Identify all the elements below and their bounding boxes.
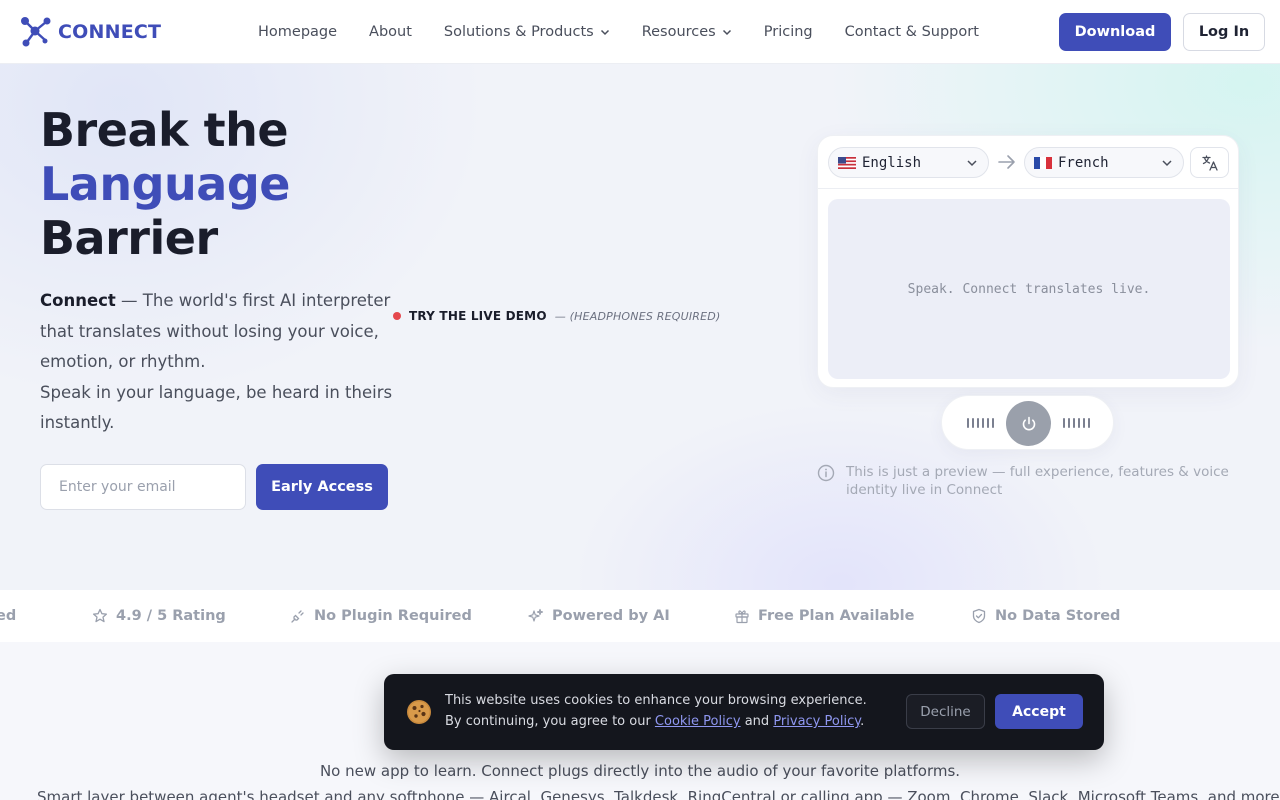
trust-item-label: Powered by AI: [552, 608, 670, 624]
live-demo-title: TRY THE LIVE DEMO: [409, 309, 547, 323]
integrations-subtext: Smart layer between agent's headset and …: [37, 788, 1280, 800]
privacy-policy-link[interactable]: Privacy Policy: [773, 714, 860, 729]
cookie-icon: [407, 700, 431, 724]
trust-item-rating: 4.9 / 5 Rating: [92, 590, 226, 642]
nav-link-pricing[interactable]: Pricing: [764, 24, 813, 40]
preview-note-text: This is just a preview — full experience…: [846, 464, 1229, 498]
cookie-message: This website uses cookies to enhance you…: [445, 690, 885, 732]
nav-link-resources[interactable]: Resources: [642, 24, 732, 40]
trust-item-label: 4.9 / 5 Rating: [116, 608, 226, 624]
us-flag-icon: [838, 156, 856, 169]
target-language-label: French: [1058, 154, 1109, 171]
hero-desc-brand: Connect: [40, 291, 116, 310]
shield-check-icon: [972, 608, 986, 624]
translate-icon: [1201, 154, 1218, 171]
hero-title-accent: Language: [40, 157, 290, 211]
source-language-label: English: [862, 154, 922, 171]
nav-link-homepage[interactable]: Homepage: [258, 24, 337, 40]
trust-item-label: No Data Stored: [995, 608, 1121, 624]
brand-logo-link[interactable]: CONNECT: [18, 14, 161, 50]
top-navbar: CONNECT Homepage About Solutions & Produ…: [0, 0, 1280, 64]
translate-settings-button[interactable]: [1190, 147, 1229, 178]
integrations-headline: No new app to learn. Connect plugs direc…: [319, 762, 961, 780]
mic-control: [941, 395, 1114, 450]
hero-description: Connect — The world's first AI interpret…: [40, 286, 400, 439]
live-dot-icon: [393, 312, 401, 320]
arrow-right-icon: [998, 155, 1015, 169]
download-button[interactable]: Download: [1059, 13, 1171, 51]
cookie-policy-link[interactable]: Cookie Policy: [655, 714, 741, 729]
nav-link-label: Pricing: [763, 24, 813, 40]
nav-link-contact-support[interactable]: Contact & Support: [845, 24, 979, 40]
chevron-down-icon: [1162, 160, 1172, 167]
start-translation-button[interactable]: [1006, 401, 1051, 446]
trust-item-ai: Powered by AI: [528, 590, 670, 642]
star-icon: [92, 608, 108, 623]
power-icon: [1022, 416, 1035, 430]
nav-link-label: Solutions & Products: [443, 24, 594, 40]
nav-link-label: Homepage: [258, 24, 338, 40]
network-nodes-icon: [21, 17, 51, 47]
hero-title-line: Barrier: [40, 211, 218, 265]
nav-links: Homepage About Solutions & Products Reso…: [258, 0, 1011, 64]
chevron-down-icon: [967, 160, 977, 167]
trust-bar: ed 4.9 / 5 Rating No Plugin Required Pow…: [0, 590, 1280, 642]
sparkles-icon: [528, 608, 544, 622]
cookie-text-end: .: [860, 714, 865, 729]
live-demo-note: — (HEADPHONES REQUIRED): [554, 309, 721, 323]
nav-link-label: Contact & Support: [844, 24, 979, 40]
nav-link-solutions-products[interactable]: Solutions & Products: [444, 24, 610, 40]
cookie-text-and: and: [740, 714, 774, 729]
accept-button[interactable]: Accept: [995, 694, 1083, 729]
hero-desc-line2: Speak in your language, be heard in thei…: [40, 382, 393, 433]
trust-item-free-plan: Free Plan Available: [734, 590, 914, 642]
login-button[interactable]: Log In: [1183, 13, 1265, 51]
audio-level-icon: [967, 418, 997, 428]
email-input[interactable]: [40, 464, 246, 510]
cookie-banner: This website uses cookies to enhance you…: [384, 674, 1104, 750]
hero-title-line: Break the: [40, 103, 289, 157]
early-access-button[interactable]: Early Access: [256, 464, 388, 510]
trust-item-no-plugin: No Plugin Required: [290, 590, 472, 642]
nav-link-about[interactable]: About: [369, 24, 412, 40]
plug-icon: [291, 610, 304, 623]
source-language-select[interactable]: English: [828, 147, 989, 178]
chevron-down-icon: [722, 29, 731, 36]
card-divider: [818, 188, 1238, 189]
brand-name: CONNECT: [58, 21, 162, 43]
trust-item-label: No Plugin Required: [314, 608, 472, 624]
target-language-select[interactable]: French: [1024, 147, 1184, 178]
nav-link-label: About: [369, 24, 412, 40]
trust-item-partial: ed: [0, 590, 16, 642]
gift-icon: [735, 610, 749, 624]
hero-title: Break the Language Barrier: [40, 103, 290, 265]
chevron-down-icon: [600, 29, 609, 36]
trust-item-no-data: No Data Stored: [971, 590, 1120, 642]
decline-button[interactable]: Decline: [906, 694, 985, 729]
trust-item-label: ed: [0, 608, 17, 624]
preview-note: This is just a preview — full experience…: [817, 463, 1237, 499]
nav-link-label: Resources: [641, 24, 716, 40]
live-demo-label: TRY THE LIVE DEMO — (HEADPHONES REQUIRED…: [393, 309, 720, 323]
transcript-area: Speak. Connect translates live.: [828, 199, 1230, 379]
trust-item-label: Free Plan Available: [758, 608, 915, 624]
audio-level-icon: [1063, 418, 1093, 428]
info-icon: [817, 464, 835, 482]
translator-card: English French Speak. Connect translates…: [817, 135, 1239, 388]
france-flag-icon: [1034, 156, 1052, 169]
